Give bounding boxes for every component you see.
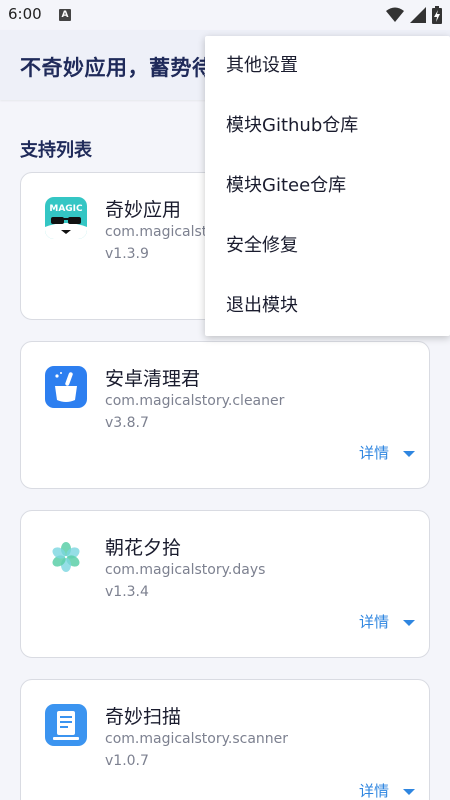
app-name: 安卓清理君 xyxy=(105,368,201,390)
menu-item-gitee-repo[interactable]: 模块Gitee仓库 xyxy=(205,156,450,216)
battery-charging-icon xyxy=(432,6,442,24)
app-card-cleaner[interactable]: 安卓清理君 com.magicalstory.cleaner v3.8.7 详情 xyxy=(20,341,430,489)
app-title: 不奇妙应用，蓄势待发 xyxy=(20,56,235,80)
menu-item-exit-module[interactable]: 退出模块 xyxy=(205,276,450,336)
overflow-menu: 其他设置 模块Github仓库 模块Gitee仓库 安全修复 退出模块 xyxy=(205,36,450,336)
app-name: 朝花夕拾 xyxy=(105,537,182,559)
detail-label: 详情 xyxy=(358,613,389,631)
app-version: v1.0.7 xyxy=(105,753,149,769)
wifi-icon xyxy=(386,7,404,22)
app-version: v1.3.4 xyxy=(105,584,149,600)
menu-item-other-settings[interactable]: 其他设置 xyxy=(205,36,450,96)
app-package: com.magicalstory.scanner xyxy=(105,731,289,747)
chevron-down-icon xyxy=(403,620,415,626)
magic-app-icon: MAGIC xyxy=(45,197,87,239)
app-package: com.magicalstory.cleaner xyxy=(105,393,285,409)
app-version: v1.3.9 xyxy=(105,246,149,262)
app-version: v3.8.7 xyxy=(105,415,149,431)
cellular-icon xyxy=(410,7,426,23)
detail-label: 详情 xyxy=(358,782,389,800)
status-icons xyxy=(386,6,442,24)
section-title: 支持列表 xyxy=(20,140,92,161)
chevron-down-icon xyxy=(403,789,415,795)
detail-label: 详情 xyxy=(358,444,389,462)
detail-toggle[interactable]: 详情 xyxy=(359,442,415,463)
app-name: 奇妙应用 xyxy=(105,199,182,221)
app-card-scanner[interactable]: 奇妙扫描 com.magicalstory.scanner v1.0.7 详情 xyxy=(20,679,430,800)
app-package: com.magicalstory.days xyxy=(105,562,266,578)
status-bar: 6:00 A xyxy=(0,0,450,30)
menu-item-github-repo[interactable]: 模块Github仓库 xyxy=(205,96,450,156)
flower-icon xyxy=(45,535,87,577)
cleaner-broom-icon xyxy=(45,366,87,408)
menu-item-security-fix[interactable]: 安全修复 xyxy=(205,216,450,276)
detail-toggle[interactable]: 详情 xyxy=(359,611,415,632)
detail-toggle[interactable]: 详情 xyxy=(359,780,415,800)
chevron-down-icon xyxy=(403,451,415,457)
status-time: 6:00 xyxy=(8,5,42,23)
app-card-days[interactable]: 朝花夕拾 com.magicalstory.days v1.3.4 详情 xyxy=(20,510,430,658)
app-name: 奇妙扫描 xyxy=(105,706,182,728)
scanner-document-icon xyxy=(45,704,87,746)
notification-icon: A xyxy=(59,9,71,21)
magic-icon-text: MAGIC xyxy=(49,204,83,214)
